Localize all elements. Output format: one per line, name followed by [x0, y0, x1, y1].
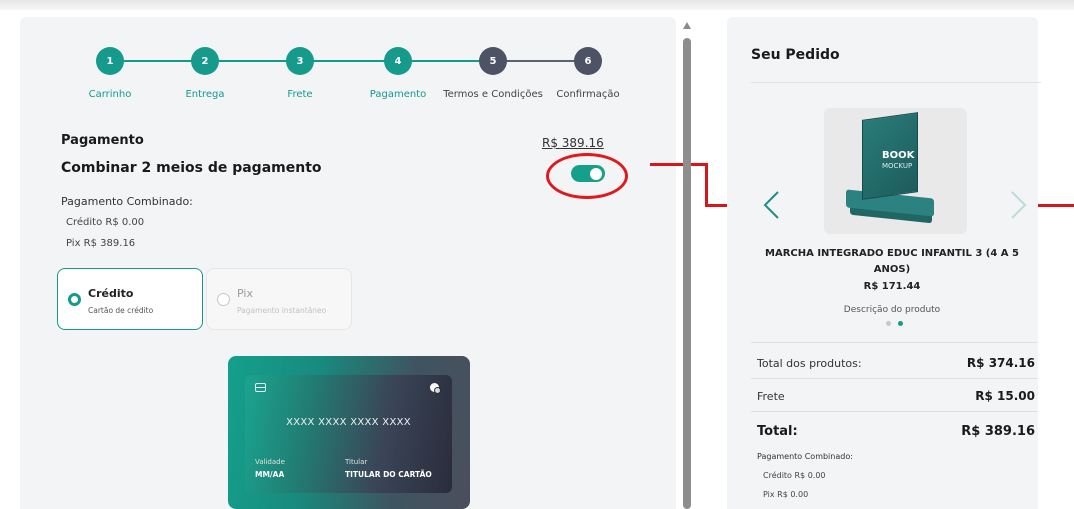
top-bar [0, 0, 1074, 10]
products-total-value: R$ 374.16 [966, 356, 1035, 370]
book-cover-subtext: MOCKUP [882, 162, 913, 170]
product-description[interactable]: Descrição do produto [758, 305, 1026, 315]
summary-combined-label: Pagamento Combinado: [757, 452, 853, 461]
annotation-line [650, 163, 708, 166]
step-pagamento[interactable]: 4 Pagamento [348, 47, 448, 100]
payment-total: R$ 389.16 [542, 136, 604, 150]
payment-method-credit[interactable]: Crédito Cartão de crédito [57, 268, 203, 330]
carousel-prev-icon[interactable] [762, 190, 782, 220]
scroll-thumb[interactable] [683, 38, 691, 509]
step-number: 4 [384, 47, 412, 75]
step-label: Entrega [185, 89, 225, 100]
combined-payment-label: Pagamento Combinado: [61, 195, 193, 208]
annotation-circle [546, 153, 628, 199]
card-holder-value: TITULAR DO CARTÃO [345, 470, 432, 479]
product-price: R$ 171.44 [863, 281, 921, 292]
method-name: Crédito [88, 287, 134, 300]
shipping-label: Frete [757, 390, 785, 403]
card-validity-value: MM/AA [255, 470, 285, 479]
step-confirmacao[interactable]: 6 Confirmação [538, 47, 638, 100]
radio-unselected[interactable] [217, 293, 230, 306]
carousel-dots [886, 321, 910, 327]
step-termos[interactable]: 5 Termos e Condições [443, 47, 543, 100]
divider [751, 411, 1037, 412]
step-label: Confirmação [556, 89, 620, 100]
scrollbar[interactable] [681, 18, 693, 509]
combined-credit-amount: Crédito R$ 0.00 [66, 217, 145, 228]
method-name: Pix [237, 287, 253, 300]
step-carrinho[interactable]: 1 Carrinho [60, 47, 160, 100]
divider [751, 82, 1041, 83]
checkout-stepper: 1 Carrinho 2 Entrega 3 Frete 4 Pagamento… [60, 47, 640, 107]
summary-combined-credit: Crédito R$ 0.00 [763, 471, 826, 480]
radio-selected[interactable] [68, 293, 81, 306]
product-name: MARCHA INTEGRADO EDUC INFANTIL 3 (4 A 5 … [765, 248, 1019, 275]
order-total-label: Total: [757, 424, 798, 439]
payment-title: Pagamento [61, 133, 144, 148]
step-number: 2 [191, 47, 219, 75]
order-title: Seu Pedido [751, 47, 840, 63]
card-validity-label: Validade [255, 458, 285, 466]
step-label: Frete [287, 89, 313, 100]
step-number: 6 [574, 47, 602, 75]
payment-method-pix[interactable]: Pix Pagamento instantâneo [206, 268, 352, 330]
product-image: BOOK MOCKUP [824, 108, 967, 234]
scroll-up-icon[interactable] [683, 22, 691, 29]
step-frete[interactable]: 3 Frete [250, 47, 350, 100]
step-entrega[interactable]: 2 Entrega [155, 47, 255, 100]
book-cover-text: BOOK [882, 150, 915, 161]
carousel-dot-active[interactable] [898, 321, 903, 326]
shipping-value: R$ 15.00 [975, 389, 1035, 403]
card-brand-icon [430, 383, 442, 395]
method-description: Cartão de crédito [88, 306, 154, 315]
carousel-next-icon[interactable] [1008, 190, 1028, 220]
order-total-value: R$ 389.16 [961, 424, 1035, 439]
annotation-line [705, 163, 708, 207]
card-icon [255, 383, 266, 392]
summary-combined-pix: Pix R$ 0.00 [763, 490, 809, 499]
step-label: Carrinho [88, 89, 132, 100]
book-icon: BOOK MOCKUP [846, 112, 938, 224]
combined-pix-amount: Pix R$ 389.16 [66, 238, 136, 249]
method-description: Pagamento instantâneo [237, 306, 327, 315]
step-number: 5 [479, 47, 507, 75]
step-number: 3 [286, 47, 314, 75]
card-holder-label: Titular [345, 458, 368, 466]
carousel-dot[interactable] [886, 321, 891, 326]
step-label: Termos e Condições [443, 89, 543, 100]
card-number: XXXX XXXX XXXX XXXX [286, 417, 411, 428]
products-total-label: Total dos produtos: [757, 357, 862, 370]
divider [751, 342, 1037, 343]
combine-payments-title: Combinar 2 meios de pagamento [61, 160, 322, 176]
divider [751, 378, 1037, 379]
step-label: Pagamento [369, 89, 427, 100]
step-number: 1 [96, 47, 124, 75]
credit-card-preview: XXXX XXXX XXXX XXXX Validade MM/AA Titul… [245, 375, 452, 493]
